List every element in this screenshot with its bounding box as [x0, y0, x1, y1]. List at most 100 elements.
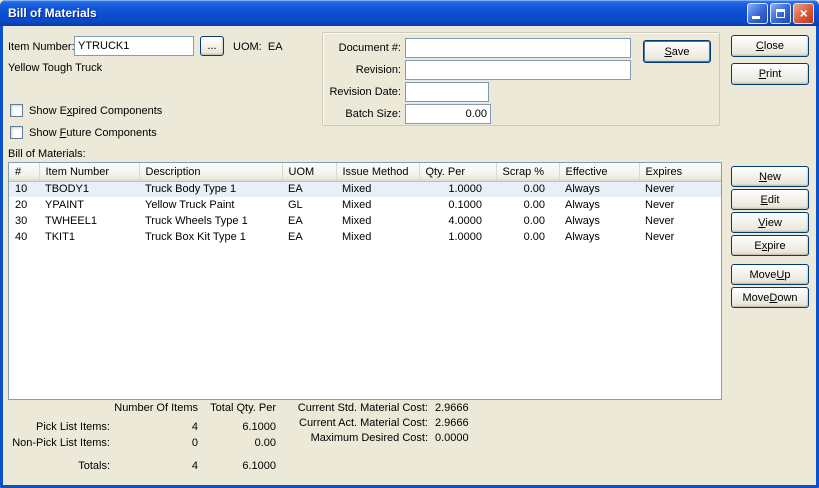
- table-row[interactable]: 20YPAINTYellow Truck PaintGLMixed0.10000…: [9, 197, 721, 213]
- close-button[interactable]: Close: [731, 35, 809, 57]
- view-button[interactable]: View: [731, 212, 809, 233]
- show-expired-label[interactable]: Show Expired Components: [29, 105, 162, 117]
- move-down-button[interactable]: Move Down: [731, 287, 809, 308]
- table-cell: YPAINT: [39, 197, 139, 213]
- show-future-checkbox[interactable]: [10, 126, 23, 139]
- table-cell: Never: [639, 197, 721, 213]
- components-listview: #Item NumberDescriptionUOMIssue MethodQt…: [8, 162, 722, 400]
- table-cell: Always: [559, 213, 639, 229]
- table-row[interactable]: 10TBODY1Truck Body Type 1EAMixed1.00000.…: [9, 181, 721, 197]
- dialog-body: Item Number: ... UOM: EA Yellow Tough Tr…: [3, 26, 816, 485]
- item-number-label: Item Number:: [8, 41, 75, 53]
- totals-label: Totals:: [8, 460, 110, 472]
- show-future-label[interactable]: Show Future Components: [29, 127, 157, 139]
- totals-count: 4: [110, 460, 198, 472]
- bill-of-materials-label: Bill of Materials:: [8, 148, 86, 160]
- number-of-items-header: Number Of Items: [110, 402, 198, 414]
- table-row[interactable]: 40TKIT1Truck Box Kit Type 1EAMixed1.0000…: [9, 229, 721, 245]
- table-cell: GL: [282, 197, 336, 213]
- table-cell: 0.00: [496, 197, 559, 213]
- print-button[interactable]: Print: [731, 63, 809, 85]
- show-expired-checkbox[interactable]: [10, 104, 23, 117]
- save-button[interactable]: Save: [643, 40, 711, 63]
- table-cell: 0.1000: [419, 197, 496, 213]
- table-cell: Truck Box Kit Type 1: [139, 229, 282, 245]
- revision-date-input[interactable]: [405, 82, 489, 102]
- std-material-cost-label: Current Std. Material Cost:: [282, 402, 428, 414]
- minimize-button[interactable]: [747, 3, 768, 24]
- act-material-cost-value: 2.9666: [435, 417, 469, 429]
- table-cell: 0.00: [496, 181, 559, 197]
- table-cell: TKIT1: [39, 229, 139, 245]
- uom-label: UOM: EA: [233, 41, 283, 53]
- uom-caption: UOM:: [233, 41, 262, 53]
- new-button[interactable]: New: [731, 166, 809, 187]
- document-number-input[interactable]: [405, 38, 631, 58]
- max-desired-cost-value: 0.0000: [435, 432, 469, 444]
- close-window-button[interactable]: ×: [793, 3, 814, 24]
- table-cell: Yellow Truck Paint: [139, 197, 282, 213]
- bill-of-materials-window: Bill of Materials × Item Number: ... UOM…: [0, 0, 819, 488]
- close-icon: ×: [799, 4, 807, 23]
- edit-button[interactable]: Edit: [731, 189, 809, 210]
- document-group: Document #: Save Revision: Revision Date…: [322, 32, 720, 126]
- pick-list-row: Pick List Items: 4 6.1000: [8, 421, 276, 433]
- column-header[interactable]: UOM: [282, 163, 336, 181]
- table-cell: 0.00: [496, 229, 559, 245]
- non-pick-list-count: 0: [110, 437, 198, 449]
- table-cell: 4.0000: [419, 213, 496, 229]
- non-pick-list-row: Non-Pick List Items: 0 0.00: [8, 437, 276, 449]
- table-cell: Always: [559, 197, 639, 213]
- table-cell: EA: [282, 229, 336, 245]
- cost-row-std: Current Std. Material Cost: 2.9666: [282, 402, 469, 414]
- max-desired-cost-label: Maximum Desired Cost:: [282, 432, 428, 444]
- uom-value: EA: [268, 41, 283, 53]
- total-qty-per-header: Total Qty. Per: [198, 402, 276, 414]
- browse-button[interactable]: ...: [200, 36, 224, 56]
- column-header[interactable]: Scrap %: [496, 163, 559, 181]
- non-pick-list-label: Non-Pick List Items:: [8, 437, 110, 449]
- cost-row-act: Current Act. Material Cost: 2.9666: [282, 417, 469, 429]
- act-material-cost-label: Current Act. Material Cost:: [282, 417, 428, 429]
- item-description: Yellow Tough Truck: [8, 62, 102, 74]
- non-pick-list-qty: 0.00: [198, 437, 276, 449]
- table-cell: Mixed: [336, 197, 419, 213]
- pick-list-qty: 6.1000: [198, 421, 276, 433]
- column-header[interactable]: Expires: [639, 163, 721, 181]
- batch-size-input[interactable]: [405, 104, 491, 124]
- table-cell: 1.0000: [419, 181, 496, 197]
- expire-button[interactable]: Expire: [731, 235, 809, 256]
- bom-table: #Item NumberDescriptionUOMIssue MethodQt…: [9, 163, 721, 245]
- pick-list-count: 4: [110, 421, 198, 433]
- table-cell: 0.00: [496, 213, 559, 229]
- table-cell: EA: [282, 213, 336, 229]
- column-header[interactable]: Effective: [559, 163, 639, 181]
- table-cell: 30: [9, 213, 39, 229]
- revision-input[interactable]: [405, 60, 631, 80]
- table-row[interactable]: 30TWHEEL1Truck Wheels Type 1EAMixed4.000…: [9, 213, 721, 229]
- column-header[interactable]: Item Number: [39, 163, 139, 181]
- totals-qty: 6.1000: [198, 460, 276, 472]
- minimize-icon: [752, 16, 760, 19]
- move-up-button[interactable]: Move Up: [731, 264, 809, 285]
- table-header-row: #Item NumberDescriptionUOMIssue MethodQt…: [9, 163, 721, 181]
- revision-label: Revision:: [325, 64, 401, 76]
- table-cell: 10: [9, 181, 39, 197]
- maximize-button[interactable]: [770, 3, 791, 24]
- std-material-cost-value: 2.9666: [435, 402, 469, 414]
- table-cell: 40: [9, 229, 39, 245]
- column-header[interactable]: #: [9, 163, 39, 181]
- revision-date-label: Revision Date:: [325, 86, 401, 98]
- table-cell: Never: [639, 229, 721, 245]
- table-cell: Never: [639, 181, 721, 197]
- column-header[interactable]: Issue Method: [336, 163, 419, 181]
- column-header[interactable]: Qty. Per: [419, 163, 496, 181]
- cost-row-max: Maximum Desired Cost: 0.0000: [282, 432, 469, 444]
- table-cell: Truck Body Type 1: [139, 181, 282, 197]
- column-header[interactable]: Description: [139, 163, 282, 181]
- window-title: Bill of Materials: [8, 6, 745, 20]
- table-cell: Truck Wheels Type 1: [139, 213, 282, 229]
- title-bar[interactable]: Bill of Materials ×: [0, 0, 819, 26]
- item-number-input[interactable]: [74, 36, 194, 56]
- totals-row: Totals: 4 6.1000: [8, 460, 276, 472]
